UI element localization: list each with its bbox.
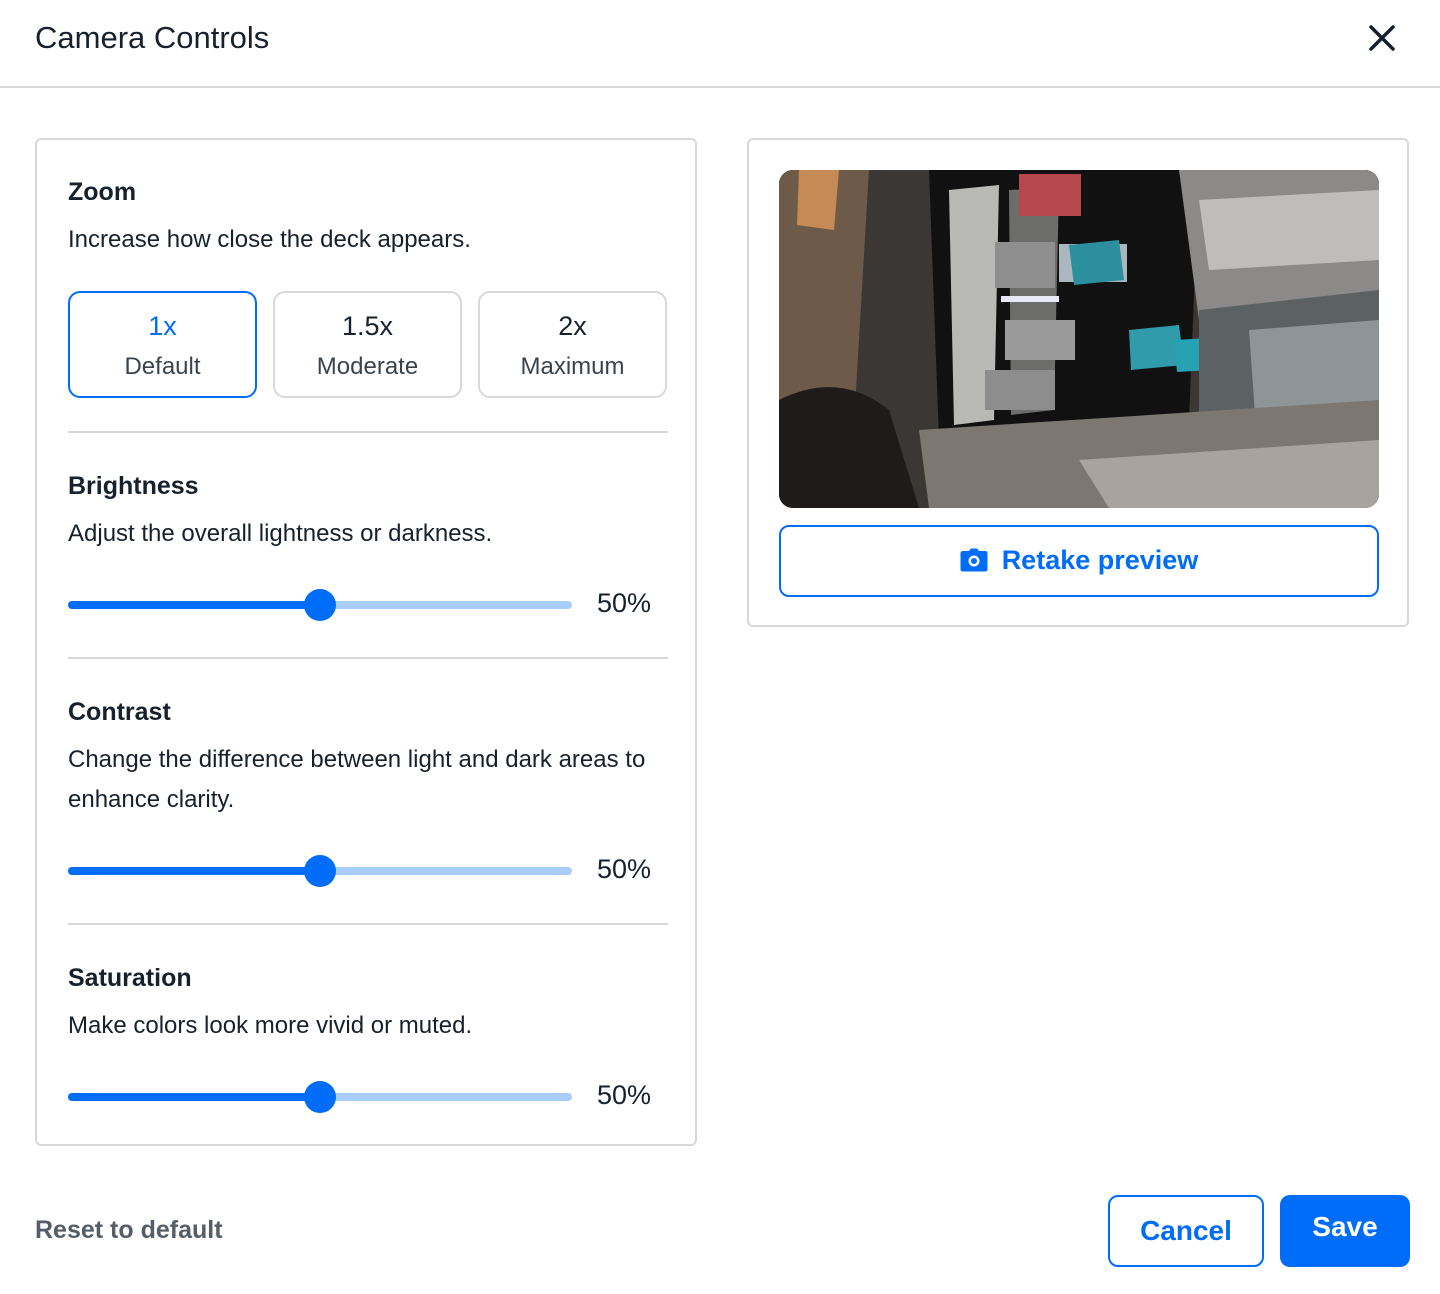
saturation-description: Make colors look more vivid or muted. (68, 1012, 473, 1039)
retake-preview-content: Retake preview (781, 545, 1377, 576)
close-icon (1369, 25, 1395, 51)
divider (68, 431, 668, 433)
saturation-slider[interactable] (68, 1080, 572, 1114)
close-button[interactable] (1362, 18, 1402, 58)
brightness-title: Brightness (68, 472, 199, 500)
contrast-slider[interactable] (68, 854, 572, 888)
zoom-option-value: 1.5x (341, 311, 394, 341)
saturation-value: 50% (597, 1080, 652, 1110)
retake-preview-label: Retake preview (1001, 545, 1199, 575)
divider (68, 657, 668, 659)
reset-to-default-button[interactable]: Reset to default (35, 1216, 223, 1245)
slider-fill (68, 1093, 320, 1101)
slider-thumb[interactable] (304, 855, 336, 887)
camera-icon (960, 548, 988, 572)
saturation-title: Saturation (68, 964, 192, 992)
zoom-option-1x[interactable]: 1x Default (68, 291, 257, 398)
slider-fill (68, 867, 320, 875)
save-button[interactable]: Save (1280, 1195, 1410, 1267)
zoom-option-label: Default (124, 353, 201, 380)
brightness-description: Adjust the overall lightness or darkness… (68, 520, 493, 547)
camera-preview-image (779, 170, 1379, 508)
zoom-description: Increase how close the deck appears. (68, 226, 471, 253)
brightness-value: 50% (597, 588, 652, 618)
zoom-option-label: Maximum (520, 353, 625, 380)
zoom-option-2x[interactable]: 2x Maximum (478, 291, 667, 398)
divider (68, 923, 668, 925)
brightness-slider[interactable] (68, 588, 572, 622)
settings-panel: Zoom Increase how close the deck appears… (35, 138, 697, 1146)
zoom-title: Zoom (68, 178, 137, 206)
cancel-label: Cancel (1140, 1215, 1232, 1246)
slider-fill (68, 601, 320, 609)
contrast-description: Change the difference between light and … (68, 746, 646, 813)
contrast-value: 50% (597, 854, 652, 884)
zoom-option-1-5x[interactable]: 1.5x Moderate (273, 291, 462, 398)
dialog-header: Camera Controls (0, 0, 1440, 88)
slider-thumb[interactable] (304, 1081, 336, 1113)
slider-thumb[interactable] (304, 589, 336, 621)
preview-panel: Retake preview (747, 138, 1409, 627)
zoom-option-label: Moderate (316, 353, 419, 380)
dialog-title: Camera Controls (35, 20, 270, 55)
save-label: Save (1312, 1211, 1378, 1242)
zoom-option-value: 2x (558, 311, 587, 341)
retake-preview-button[interactable]: Retake preview (779, 525, 1379, 597)
cancel-button[interactable]: Cancel (1108, 1195, 1264, 1267)
zoom-option-value: 1x (148, 311, 177, 341)
contrast-title: Contrast (68, 698, 171, 726)
